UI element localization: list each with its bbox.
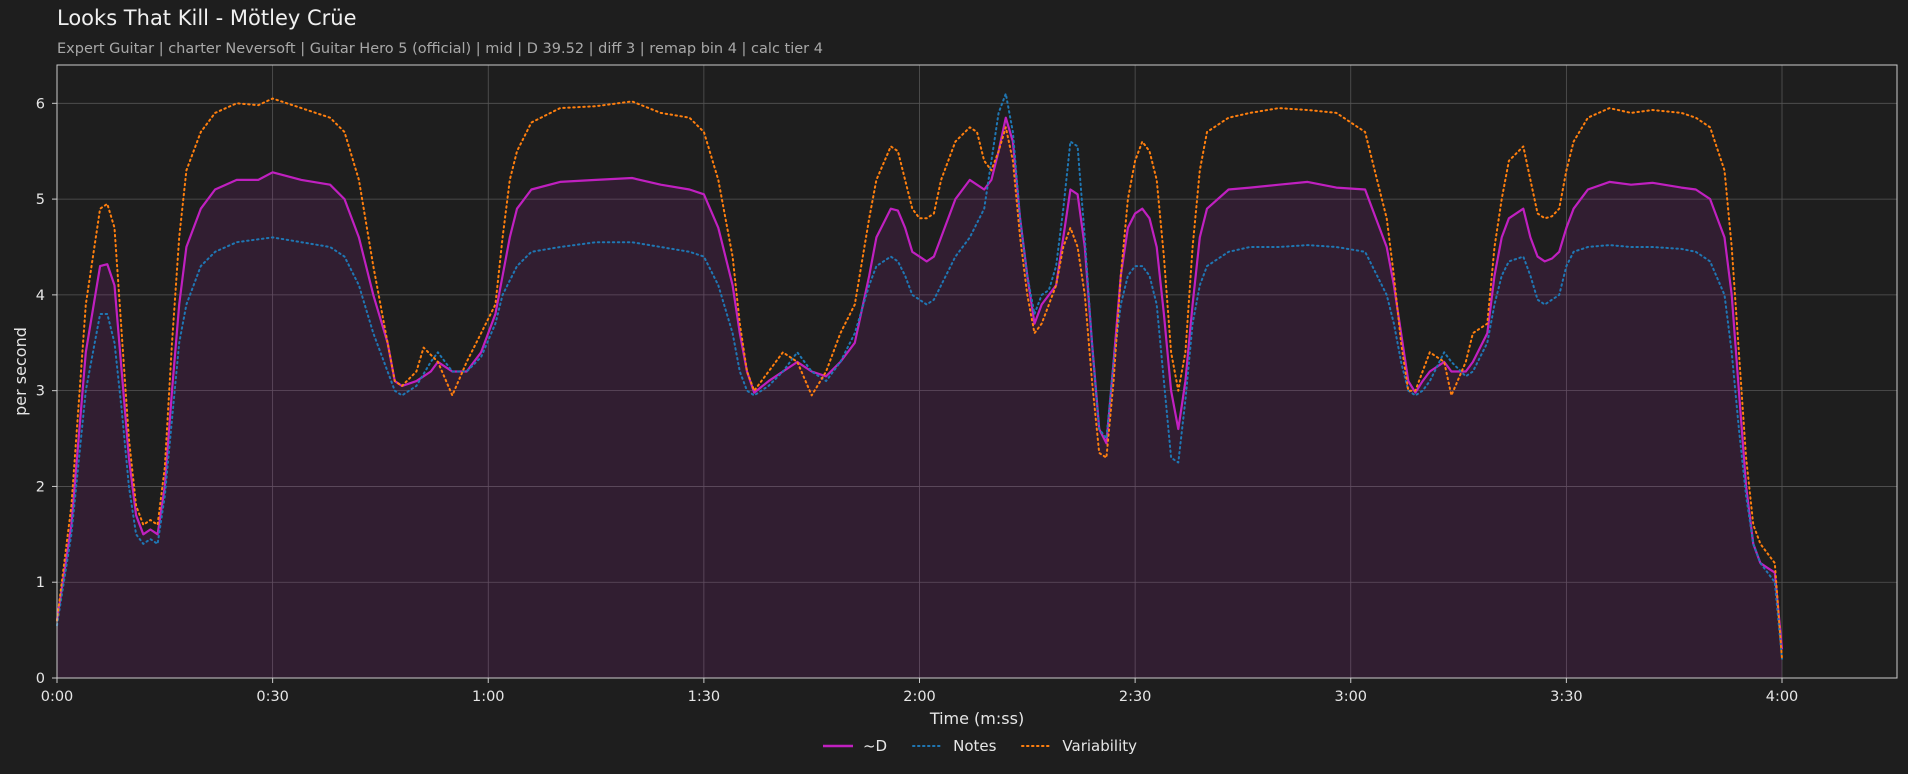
- y-tick-label: 3: [36, 384, 45, 400]
- x-tick-label: 0:30: [256, 689, 289, 705]
- legend-label: Notes: [953, 737, 997, 755]
- legend-label: Variability: [1062, 737, 1138, 755]
- y-axis-ticks: 0 1 2 3 4 5 6: [36, 96, 57, 687]
- y-axis-label: per second: [11, 327, 30, 416]
- y-tick-label: 5: [36, 192, 45, 208]
- y-tick-label: 1: [36, 575, 45, 591]
- x-tick-label: 3:30: [1550, 689, 1583, 705]
- x-tick-label: 4:00: [1766, 689, 1799, 705]
- x-axis-ticks: 0:00 0:30 1:00 1:30 2:00 2:30 3:00 3:30 4:00: [41, 678, 1799, 705]
- legend-label: ~D: [862, 737, 888, 755]
- y-tick-label: 6: [36, 96, 45, 112]
- x-tick-label: 1:00: [472, 689, 505, 705]
- x-tick-label: 3:00: [1334, 689, 1367, 705]
- legend-swatch: [1021, 745, 1054, 747]
- legend-swatch: [822, 744, 853, 748]
- legend-swatch: [912, 745, 945, 747]
- legend: ~D Notes Variability: [0, 737, 1908, 755]
- y-tick-label: 2: [36, 479, 45, 495]
- x-tick-label: 2:00: [903, 689, 936, 705]
- legend-item: Variability: [1020, 737, 1137, 755]
- x-tick-label: 0:00: [41, 689, 74, 705]
- legend-item: ~D: [821, 737, 887, 755]
- x-axis-label: Time (m:ss): [929, 709, 1024, 728]
- y-tick-label: 0: [36, 671, 45, 687]
- x-tick-label: 1:30: [688, 689, 721, 705]
- line-chart: 0:00 0:30 1:00 1:30 2:00 2:30 3:00 3:30 4:00 0 1 2…: [11, 64, 1898, 728]
- legend-item: Notes: [911, 737, 996, 755]
- y-tick-label: 4: [36, 288, 45, 304]
- x-tick-label: 2:30: [1119, 689, 1152, 705]
